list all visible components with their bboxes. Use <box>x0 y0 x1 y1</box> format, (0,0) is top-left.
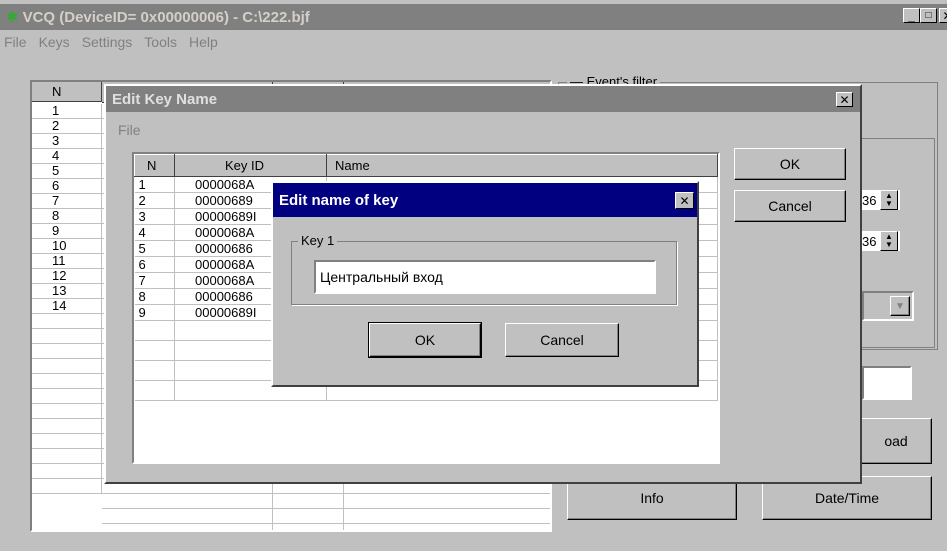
grid-cell[interactable] <box>273 494 344 508</box>
grid-empty-row[interactable] <box>32 329 102 344</box>
col-header-name[interactable]: Name <box>326 154 718 177</box>
grid-row-number[interactable]: 1 <box>32 104 102 119</box>
key-row-n: 2 <box>134 192 175 209</box>
main-title: VCQ (DeviceID= 0x00000006) - C:\222.bjf <box>22 8 310 26</box>
spin1-arrows-icon[interactable]: ▲ ▼ <box>880 190 898 210</box>
grid-row-number[interactable]: 13 <box>32 284 102 299</box>
maximize-icon[interactable]: □ <box>920 8 937 23</box>
grid-row-number[interactable]: 10 <box>32 239 102 254</box>
edit-name-dialog: Edit name of key ✕ Key 1 OK Cancel <box>271 181 699 387</box>
grid-empty-row[interactable] <box>32 344 102 359</box>
app-icon: ✱ <box>6 9 19 26</box>
minimize-icon[interactable]: _ <box>903 8 920 23</box>
grid-row-number[interactable]: 14 <box>32 299 102 314</box>
main-menubar: File Keys Settings Tools Help <box>4 32 230 52</box>
key-groupbox: Key 1 <box>291 233 677 305</box>
col-header-n[interactable]: N <box>134 154 175 177</box>
edit-key-menu-file[interactable]: File <box>118 122 141 138</box>
grid-empty-row[interactable] <box>32 374 102 389</box>
col-header-key-id[interactable]: Key ID <box>174 154 327 177</box>
edit-name-titlebar[interactable]: Edit name of key <box>273 183 697 217</box>
grid-empty-row[interactable] <box>32 359 102 374</box>
grid-row-line <box>102 524 550 530</box>
edit-name-close-icon[interactable]: ✕ <box>675 192 694 209</box>
grid-row-line <box>102 494 550 509</box>
edit-name-cancel-button[interactable]: Cancel <box>505 323 619 357</box>
key-name-input[interactable] <box>314 260 656 294</box>
grid-row-number[interactable]: 8 <box>32 209 102 224</box>
grid-row-number[interactable]: 12 <box>32 269 102 284</box>
filter-combo[interactable]: ▼ <box>862 291 914 321</box>
edit-key-ok-button[interactable]: OK <box>734 148 846 180</box>
grid-cell[interactable] <box>102 524 273 530</box>
grid-empty-row[interactable] <box>32 419 102 434</box>
row-number-column: 1 2 3 4 5 6 7 8 9 10 11 12 13 14 <box>32 104 102 494</box>
grid-row-number[interactable]: 2 <box>32 119 102 134</box>
load-button[interactable]: oad <box>860 418 932 464</box>
grid-cell[interactable] <box>273 509 344 523</box>
key-row-n: 1 <box>134 176 175 193</box>
grid-cell[interactable] <box>102 509 273 523</box>
spin2-value: 36 <box>862 233 877 249</box>
window-controls: _ □ ✕ <box>903 8 947 23</box>
edit-name-title: Edit name of key <box>279 191 399 209</box>
key-row-n: 4 <box>134 224 175 241</box>
grid-row-number[interactable]: 5 <box>32 164 102 179</box>
menu-settings[interactable]: Settings <box>82 34 133 50</box>
empty-cell <box>134 380 175 401</box>
edit-key-close-icon[interactable]: ✕ <box>836 92 853 107</box>
key-row-n: 9 <box>134 304 175 321</box>
empty-cell <box>134 340 175 361</box>
grid-row-number[interactable]: 9 <box>32 224 102 239</box>
menu-help[interactable]: Help <box>189 34 218 50</box>
key-row-n: 8 <box>134 288 175 305</box>
text-field-right[interactable] <box>862 366 912 400</box>
spin1[interactable]: 36 ▲ ▼ <box>862 190 900 210</box>
grid-row-number[interactable]: 4 <box>32 149 102 164</box>
main-titlebar[interactable]: ✱ VCQ (DeviceID= 0x00000006) - C:\222.bj… <box>0 4 947 30</box>
grid-empty-row[interactable] <box>32 449 102 464</box>
edit-key-cancel-button[interactable]: Cancel <box>734 190 846 222</box>
spin2[interactable]: 36 ▲ ▼ <box>862 231 900 251</box>
grid-empty-row[interactable] <box>32 314 102 329</box>
key-row-n: 5 <box>134 240 175 257</box>
edit-key-title: Edit Key Name <box>112 90 218 108</box>
grid-cell[interactable] <box>102 494 273 508</box>
edit-name-ok-button[interactable]: OK <box>368 322 482 358</box>
grid-empty-row[interactable] <box>32 464 102 479</box>
grid-row-number[interactable]: 7 <box>32 194 102 209</box>
close-icon[interactable]: ✕ <box>939 8 947 23</box>
menu-keys[interactable]: Keys <box>39 34 70 50</box>
menu-file[interactable]: File <box>4 34 27 50</box>
empty-cell <box>134 320 175 341</box>
grid-row-number[interactable]: 3 <box>32 134 102 149</box>
grid-empty-row[interactable] <box>32 404 102 419</box>
grid-header-n[interactable]: N <box>32 82 102 102</box>
grid-empty-row[interactable] <box>32 479 102 494</box>
key-row-n: 3 <box>134 208 175 225</box>
spin2-arrows-icon[interactable]: ▲ ▼ <box>880 231 898 251</box>
grid-row-number[interactable]: 6 <box>32 179 102 194</box>
grid-row-line <box>102 509 550 524</box>
spin1-value: 36 <box>862 192 877 208</box>
grid-row-number[interactable]: 11 <box>32 254 102 269</box>
combo-dropdown-icon[interactable]: ▼ <box>890 296 910 316</box>
menu-tools[interactable]: Tools <box>144 34 177 50</box>
key-row-n: 6 <box>134 256 175 273</box>
key-row-n: 7 <box>134 272 175 289</box>
edit-key-titlebar[interactable]: Edit Key Name <box>106 86 860 112</box>
key-group-label: Key 1 <box>298 233 338 248</box>
grid-cell[interactable] <box>273 524 344 530</box>
empty-cell <box>134 360 175 381</box>
grid-empty-row[interactable] <box>32 434 102 449</box>
grid-empty-row[interactable] <box>32 389 102 404</box>
